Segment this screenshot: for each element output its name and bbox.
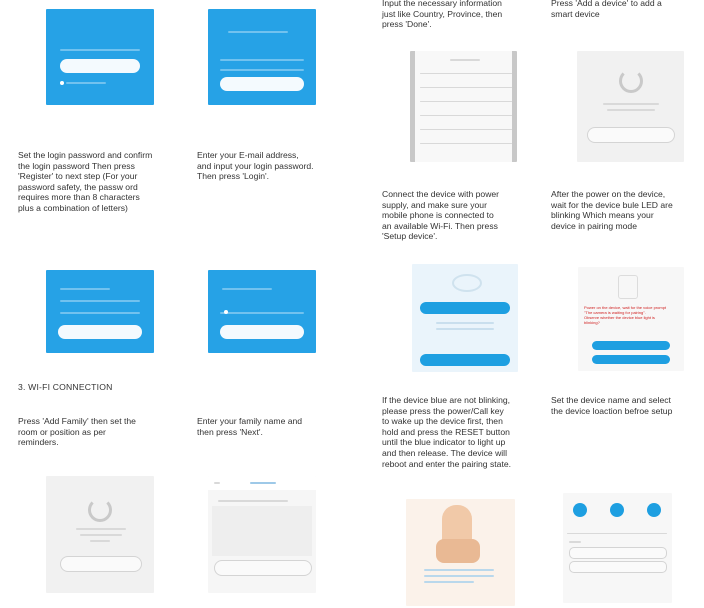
register-next-button[interactable] <box>58 325 142 339</box>
family-name-screen-thumbnail <box>208 476 316 593</box>
caption-add-device: Press 'Add a device' to add a smart devi… <box>551 0 662 19</box>
email-login-button[interactable] <box>220 325 304 339</box>
device-name-field[interactable] <box>569 547 667 559</box>
register-screen-thumbnail <box>46 9 154 105</box>
section-heading: 3. WI-FI CONNECTION <box>18 382 113 392</box>
blinking-yes-button[interactable] <box>592 341 670 350</box>
caption-enter-email: Enter your E-mail address, and input you… <box>197 150 314 182</box>
next-button[interactable] <box>214 560 312 576</box>
add-family-screen-thumbnail <box>46 476 154 593</box>
location-field[interactable] <box>569 561 667 573</box>
caption-family-name: Enter your family name and then press 'N… <box>197 416 303 437</box>
device-icon <box>619 69 643 93</box>
checkbox-icon <box>60 81 64 85</box>
caption-connect-power: Connect the device with power supply, an… <box>382 189 500 242</box>
caption-not-blinking: If the device blue are not blinking, ple… <box>382 395 511 469</box>
caption-add-family: Press 'Add Family' then set the room or … <box>18 416 136 448</box>
add-family-button[interactable] <box>60 556 142 572</box>
pairing-mode-screen-thumbnail: Power on the device, wait for the voice … <box>578 267 684 371</box>
reset-illustration-thumbnail <box>406 499 515 606</box>
setup-device-button[interactable] <box>420 302 510 314</box>
step-3-icon <box>647 503 661 517</box>
step-1-icon <box>573 503 587 517</box>
setup-device-screen-thumbnail <box>412 264 518 372</box>
login-button[interactable] <box>220 77 304 91</box>
caption-input-info: Input the necessary information just lik… <box>382 0 503 30</box>
login-screen-thumbnail <box>208 9 316 105</box>
register-button[interactable] <box>60 59 140 73</box>
caption-set-device-name: Set the device name and select the devic… <box>551 395 673 416</box>
password-screen-thumbnail <box>46 270 154 353</box>
confirm-button[interactable] <box>420 354 510 366</box>
caption-set-password: Set the login password and confirm the l… <box>18 150 153 213</box>
info-form-screen-thumbnail <box>410 51 517 162</box>
device-name-screen-thumbnail <box>563 493 672 603</box>
blinking-no-button[interactable] <box>592 355 670 364</box>
pairing-warning-text: Power on the device, wait for the voice … <box>584 305 667 325</box>
add-device-button[interactable] <box>587 127 675 143</box>
step-2-icon <box>610 503 624 517</box>
email-screen-thumbnail <box>208 270 316 353</box>
caption-power-on: After the power on the device, wait for … <box>551 189 673 231</box>
add-device-screen-thumbnail <box>577 51 684 162</box>
loading-icon <box>88 498 112 522</box>
